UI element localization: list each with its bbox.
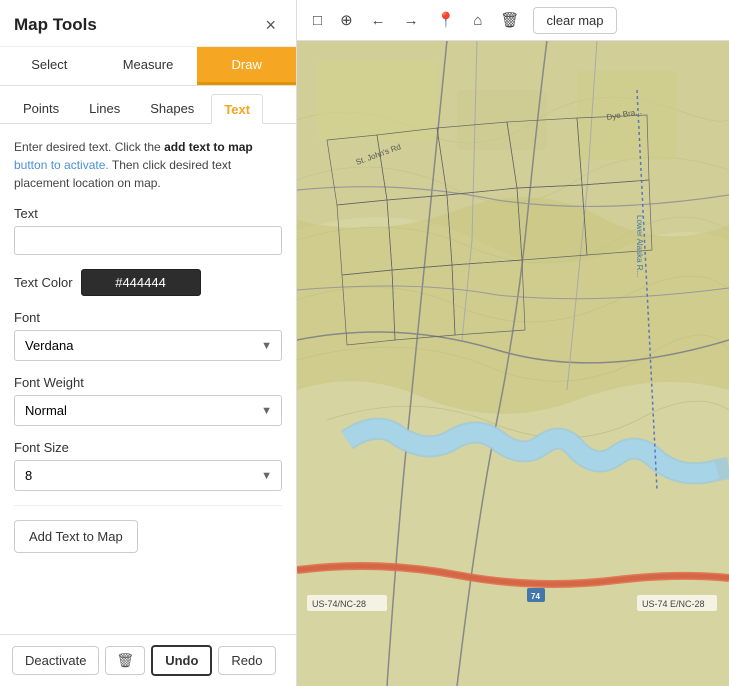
font-select[interactable]: Verdana Arial Times New Roman Courier Ne… <box>14 330 282 361</box>
map-area: □ ⊕ ← → 📍 ⌂ 🗑 clear map <box>297 0 729 686</box>
map-tool-delete[interactable]: 🗑 <box>492 6 527 34</box>
delete-icon: 🗑 <box>116 652 134 668</box>
text-color-swatch[interactable]: #444444 <box>81 269 201 296</box>
font-select-wrapper: Verdana Arial Times New Roman Courier Ne… <box>14 330 282 361</box>
svg-text:US-74/NC-28: US-74/NC-28 <box>312 599 366 609</box>
map-tool-rectangle[interactable]: □ <box>305 7 330 34</box>
font-label: Font <box>14 310 282 325</box>
font-weight-label: Font Weight <box>14 375 282 390</box>
text-label: Text <box>14 206 282 221</box>
text-input[interactable] <box>14 226 282 255</box>
close-button[interactable]: × <box>259 14 282 36</box>
panel-header: Map Tools × <box>0 0 296 47</box>
text-color-label: Text Color <box>14 275 73 290</box>
main-tabs: Select Measure Draw <box>0 47 296 86</box>
instruction-highlight: add text to map <box>164 140 253 154</box>
map-background: US-74/NC-28 US-74 E/NC-28 74 St. John's … <box>297 40 729 686</box>
undo-button[interactable]: Undo <box>151 645 212 676</box>
redo-button[interactable]: Redo <box>218 646 275 675</box>
instructions: Enter desired text. Click the add text t… <box>14 138 282 192</box>
delete-button[interactable]: 🗑 <box>105 646 145 675</box>
instruction-text-2: button to activate. <box>14 158 112 172</box>
left-panel: Map Tools × Select Measure Draw Points L… <box>0 0 297 686</box>
deactivate-button[interactable]: Deactivate <box>12 646 99 675</box>
panel-body: Enter desired text. Click the add text t… <box>0 124 296 634</box>
font-weight-form-group: Font Weight Normal Bold Italic Bold Ital… <box>14 375 282 426</box>
sub-tabs: Points Lines Shapes Text <box>0 86 296 124</box>
font-size-form-group: Font Size 8 10 12 14 16 18 24 36 ▼ <box>14 440 282 491</box>
add-text-button[interactable]: Add Text to Map <box>14 520 138 553</box>
panel-title: Map Tools <box>14 15 97 35</box>
font-size-select-wrapper: 8 10 12 14 16 18 24 36 ▼ <box>14 460 282 491</box>
bottom-toolbar: Deactivate 🗑 Undo Redo <box>0 634 296 686</box>
map-tool-forward[interactable]: → <box>396 7 427 34</box>
font-weight-select[interactable]: Normal Bold Italic Bold Italic <box>14 395 282 426</box>
sub-tab-points[interactable]: Points <box>10 94 72 123</box>
text-form-group: Text <box>14 206 282 255</box>
font-weight-select-wrapper: Normal Bold Italic Bold Italic ▼ <box>14 395 282 426</box>
svg-text:US-74 E/NC-28: US-74 E/NC-28 <box>642 599 705 609</box>
sub-tab-text[interactable]: Text <box>211 94 263 124</box>
map-tool-back[interactable]: ← <box>363 7 394 34</box>
sub-tab-shapes[interactable]: Shapes <box>137 94 207 123</box>
tab-draw[interactable]: Draw <box>197 47 296 85</box>
instruction-text-1: Enter desired text. Click the <box>14 140 164 154</box>
map-tool-pin[interactable]: 📍 <box>429 6 464 34</box>
svg-text:74: 74 <box>531 592 540 601</box>
font-size-select[interactable]: 8 10 12 14 16 18 24 36 <box>14 460 282 491</box>
map-tool-home[interactable]: ⌂ <box>465 7 490 34</box>
divider <box>14 505 282 506</box>
map-toolbar: □ ⊕ ← → 📍 ⌂ 🗑 clear map <box>297 0 729 41</box>
font-size-label: Font Size <box>14 440 282 455</box>
tab-measure[interactable]: Measure <box>99 47 198 85</box>
svg-text:Lower Alaska R...: Lower Alaska R... <box>635 215 644 277</box>
map-tool-crosshair[interactable]: ⊕ <box>332 6 361 34</box>
tab-select[interactable]: Select <box>0 47 99 85</box>
topo-map-svg: US-74/NC-28 US-74 E/NC-28 74 St. John's … <box>297 40 729 686</box>
font-form-group: Font Verdana Arial Times New Roman Couri… <box>14 310 282 361</box>
clear-map-button[interactable]: clear map <box>533 7 616 34</box>
sub-tab-lines[interactable]: Lines <box>76 94 133 123</box>
text-color-row: Text Color #444444 <box>14 269 282 296</box>
